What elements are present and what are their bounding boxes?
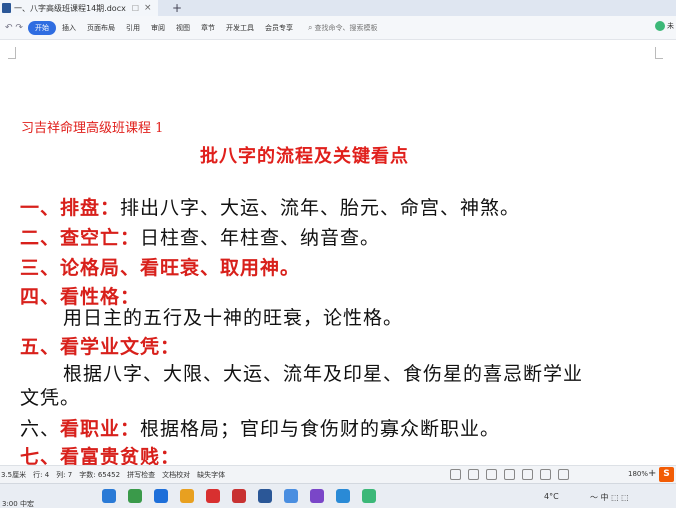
view-read-icon[interactable] [522, 469, 533, 480]
taskbar-app-icon[interactable] [206, 489, 220, 503]
tab-developer[interactable]: 开发工具 [226, 23, 254, 33]
doc-line-6: 五、看学业文凭： [20, 336, 181, 358]
os-taskbar: 3:00 中宏 4°C 〜 中 ⬚ ⬚ [0, 483, 676, 508]
account-area[interactable]: 未 [655, 21, 674, 31]
document-tab[interactable]: 一、八字高级班课程14期.docx ☐ × [0, 0, 158, 16]
doc-line-5: 用日主的五行及十神的旺衰，论性格。 [63, 307, 404, 329]
system-tray[interactable]: 〜 中 ⬚ ⬚ [590, 492, 629, 503]
taskbar-app-icon[interactable] [336, 489, 350, 503]
undo-redo-icons[interactable]: ↶ ↷ [0, 23, 28, 33]
weather-temperature[interactable]: 4°C [544, 492, 559, 501]
doc-line-9: 六、看职业：根据格局；官印与食伤财的寡众断职业。 [20, 418, 501, 440]
view-eye-icon[interactable] [450, 469, 461, 480]
view-web-icon[interactable] [504, 469, 515, 480]
document-title: 批八字的流程及关键看点 [200, 146, 409, 167]
zoom-in-icon[interactable]: + [648, 468, 656, 479]
taskbar-app-icon[interactable] [310, 489, 324, 503]
doc-line-7: 根据八字、大限、大运、流年及印星、食伤星的喜忌断学业 [63, 363, 584, 385]
missing-font-button[interactable]: 缺失字体 [197, 470, 225, 480]
doc-line-8: 文凭。 [20, 387, 81, 409]
tab-review[interactable]: 审阅 [151, 23, 165, 33]
view-outline-icon[interactable] [486, 469, 497, 480]
status-position: 3.5厘米 [1, 470, 27, 479]
document-header: 习吉祥命理高级班课程 1 [21, 121, 164, 136]
tab-close-icon[interactable]: × [144, 3, 152, 13]
title-bar: 一、八字高级班课程14期.docx ☐ × + [0, 0, 676, 16]
margin-corner-top-right [655, 47, 663, 59]
tab-references[interactable]: 引用 [126, 23, 140, 33]
tab-page-layout[interactable]: 页面布局 [87, 23, 115, 33]
taskbar-app-icon[interactable] [232, 489, 246, 503]
taskbar-app-icon[interactable] [362, 489, 376, 503]
tab-sections[interactable]: 章节 [201, 23, 215, 33]
status-col: 列: 7 [56, 470, 73, 479]
taskbar-app-icon[interactable] [180, 489, 194, 503]
command-search[interactable]: ⌕ [308, 22, 395, 33]
view-globe-icon[interactable] [558, 469, 569, 480]
taskbar-app-icon[interactable] [258, 489, 272, 503]
doc-line-1: 一、排盘：排出八字、大运、流年、胎元、命宫、神煞。 [20, 197, 521, 219]
user-avatar-icon [655, 21, 665, 31]
doc-line-2: 二、查空亡：日柱查、年柱查、纳音查。 [20, 227, 381, 249]
status-row: 行: 4 [33, 470, 50, 479]
tab-view[interactable]: 视图 [176, 23, 190, 33]
taskbar-app-icon[interactable] [284, 489, 298, 503]
document-tab-title: 一、八字高级班课程14期.docx [14, 3, 126, 13]
status-word-count[interactable]: 字数: 65452 [79, 470, 120, 480]
taskbar-left-text: 3:00 中宏 [2, 500, 34, 508]
view-page-icon[interactable] [468, 469, 479, 480]
tab-start[interactable]: 开始 [28, 20, 56, 35]
margin-corner-top-left [8, 47, 16, 59]
new-tab-button[interactable]: + [172, 1, 182, 15]
zoom-level[interactable]: 180% [628, 470, 648, 478]
word-doc-icon [2, 3, 11, 13]
doc-line-3: 三、论格局、看旺衰、取用神。 [20, 257, 301, 279]
view-mode-icons [450, 469, 576, 480]
taskbar-apps [102, 489, 388, 503]
taskbar-app-icon[interactable] [102, 489, 116, 503]
tab-insert[interactable]: 插入 [62, 23, 76, 33]
ribbon-menu: ↶ ↷ 开始 插入 页面布局 引用 审阅 视图 章节 开发工具 会员专享 ⌕ 未 [0, 16, 676, 40]
spellcheck-button[interactable]: 拼写检查 [127, 470, 155, 480]
proofread-button[interactable]: 文档校对 [162, 470, 190, 480]
account-label: 未 [667, 22, 674, 30]
ime-sogou-icon[interactable]: S [659, 467, 674, 482]
taskbar-app-icon[interactable] [154, 489, 168, 503]
tab-member[interactable]: 会员专享 [265, 23, 293, 33]
status-bar: 3.5厘米 行: 4 列: 7 字数: 65452 拼写检查 文档校对 缺失字体… [0, 465, 676, 483]
command-search-input[interactable] [314, 23, 395, 32]
search-icon: ⌕ [308, 22, 313, 32]
view-pen-icon[interactable] [540, 469, 551, 480]
taskbar-app-icon[interactable] [128, 489, 142, 503]
tab-pin-icon[interactable]: ☐ [132, 4, 139, 13]
